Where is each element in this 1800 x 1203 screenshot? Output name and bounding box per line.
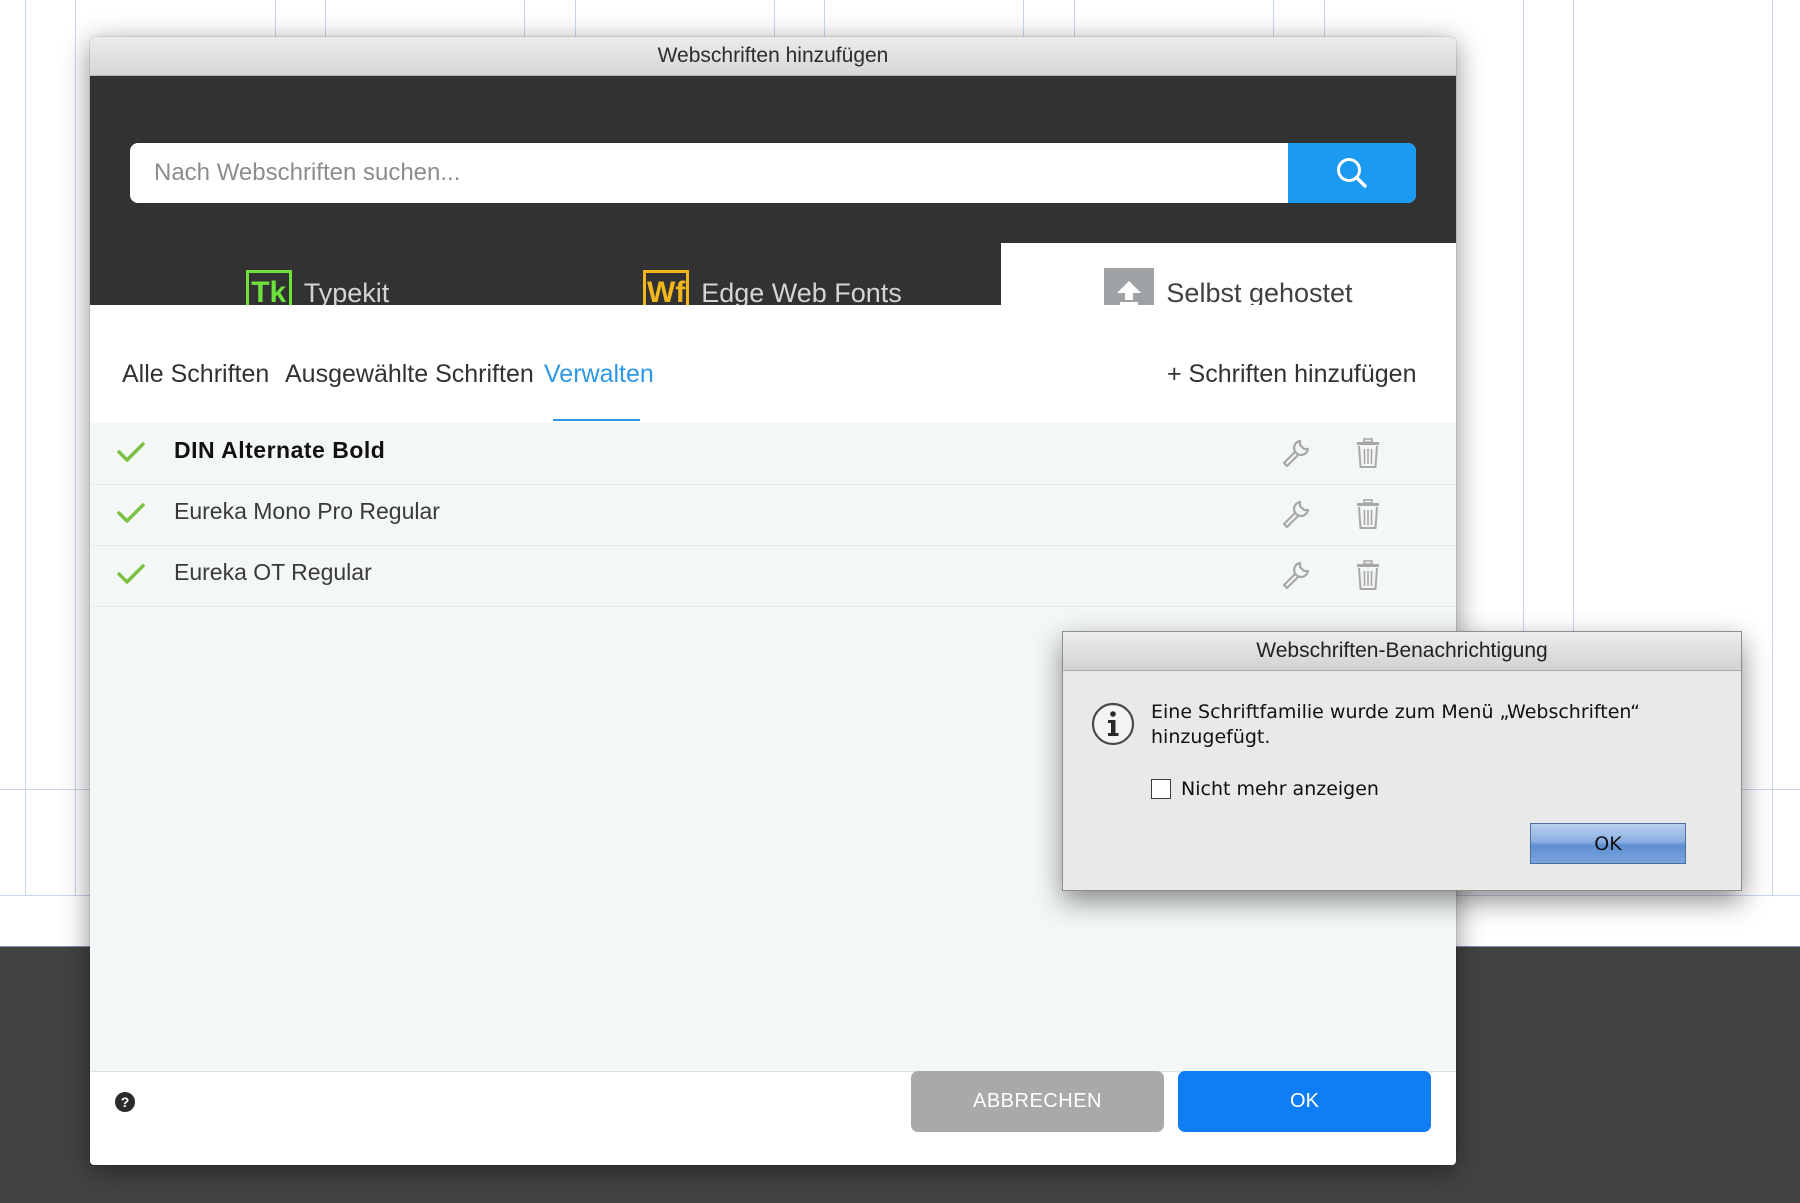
dont-show-again-checkbox[interactable] [1151,779,1171,799]
layout-guide [524,0,525,37]
checkmark-icon [117,503,145,523]
layout-guide [275,0,276,37]
font-name: Eureka OT Regular [174,559,372,585]
tab-label: Edge Web Fonts [701,277,902,308]
subnav-all-fonts[interactable]: Alle Schriften [122,360,269,389]
font-name: DIN Alternate Bold [174,437,386,463]
subnav-manage[interactable]: Verwalten [544,360,654,389]
layout-guide [1324,0,1325,37]
checkmark-icon [117,442,145,462]
wrench-icon[interactable] [1280,437,1312,469]
list-item[interactable]: DIN Alternate Bold [90,423,1456,485]
alert-titlebar[interactable]: Webschriften-Benachrichtigung [1063,632,1741,671]
alert-ok-button[interactable]: OK [1530,823,1686,864]
layout-guide [1772,0,1773,895]
list-item[interactable]: Eureka OT Regular [90,545,1456,607]
add-fonts-link[interactable]: + Schriften hinzufügen [1167,360,1416,389]
layout-guide [75,0,76,895]
search-icon [1337,158,1367,188]
wrench-icon[interactable] [1280,559,1312,591]
trash-icon[interactable] [1356,499,1380,529]
layout-guide [824,0,825,37]
ok-button[interactable]: OK [1178,1071,1431,1132]
layout-guide [325,0,326,37]
list-item[interactable]: Eureka Mono Pro Regular [90,484,1456,546]
layout-guide [1074,0,1075,37]
search-input[interactable] [130,143,1286,203]
sub-navigation: Alle Schriften Ausgewählte Schriften Ver… [90,305,1456,423]
layout-guide [1273,0,1274,37]
layout-guide [25,0,26,895]
notification-dialog: Webschriften-Benachrichtigung Eine Schri… [1062,631,1742,891]
cancel-button[interactable]: ABBRECHEN [911,1071,1164,1132]
active-tab-indicator [553,419,640,421]
layout-guide [1523,0,1524,632]
wrench-icon[interactable] [1280,498,1312,530]
subnav-selected-fonts[interactable]: Ausgewählte Schriften [285,360,534,389]
dialog-header: Tk Typekit Wf Edge Web Fonts Selbst geho… [90,76,1456,343]
checkmark-icon [117,564,145,584]
checkbox-label[interactable]: Nicht mehr anzeigen [1181,778,1379,800]
help-icon[interactable]: ? [114,1091,136,1113]
layout-guide [1023,0,1024,37]
info-icon [1091,702,1135,746]
trash-icon[interactable] [1356,438,1380,468]
trash-icon[interactable] [1356,560,1380,590]
alert-message: Eine Schriftfamilie wurde zum Menü „Webs… [1151,701,1640,748]
layout-guide [774,0,775,37]
dialog-titlebar[interactable]: Webschriften hinzufügen [90,37,1456,76]
tab-label: Typekit [303,277,390,308]
font-name: Eureka Mono Pro Regular [174,498,440,524]
tab-label: Selbst gehostet [1166,277,1353,308]
svg-text:?: ? [121,1094,130,1110]
workspace-background: Webschriften hinzufügen Tk Typekit Wf Ed… [0,0,1800,1203]
web-fonts-dialog: Webschriften hinzufügen Tk Typekit Wf Ed… [90,37,1456,1165]
layout-guide [575,0,576,37]
search-bar [130,143,1416,203]
layout-guide [1573,0,1574,632]
search-button[interactable] [1288,143,1416,203]
